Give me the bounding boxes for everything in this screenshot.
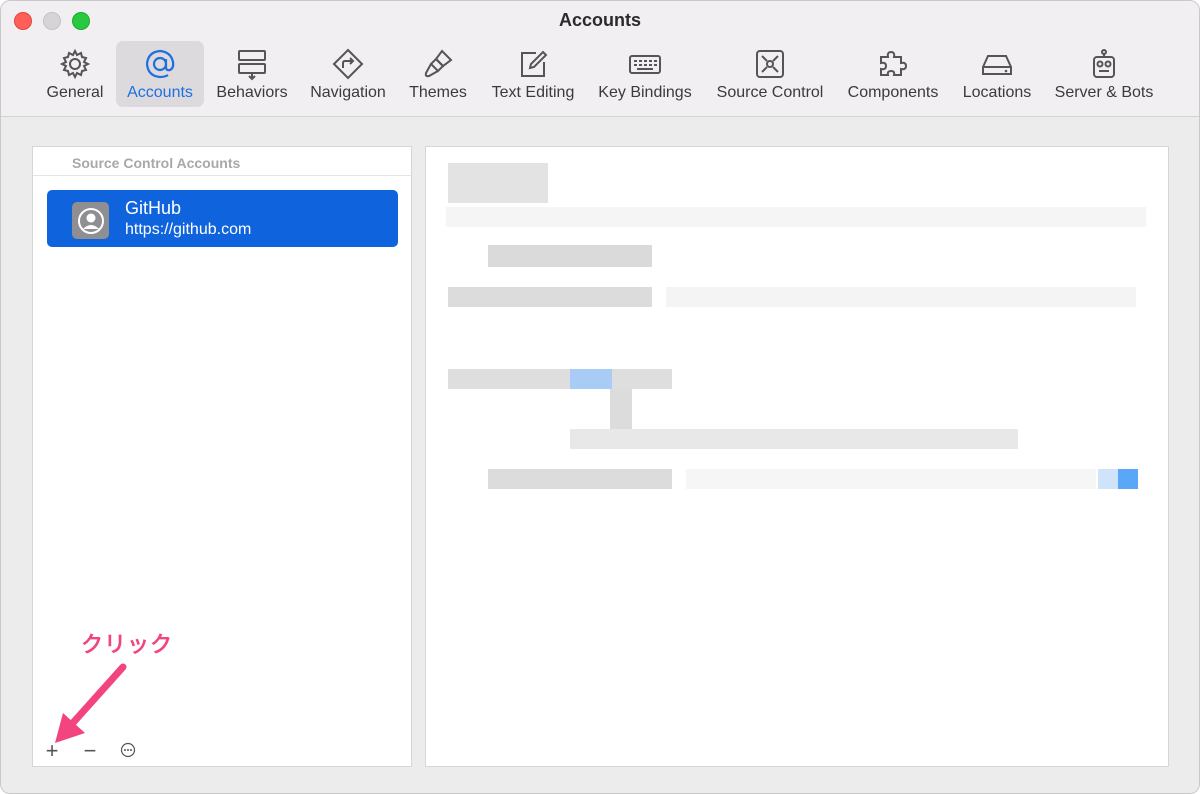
tab-label: Components	[847, 84, 939, 101]
obscured-content	[448, 163, 548, 203]
account-name: GitHub	[125, 198, 182, 218]
tab-label: Behaviors	[216, 84, 288, 101]
tab-key-bindings[interactable]: Key Bindings	[591, 41, 699, 107]
tab-label: Accounts	[127, 84, 193, 101]
avatar	[72, 202, 109, 239]
tab-label: Server & Bots	[1054, 84, 1154, 101]
tab-label: Key Bindings	[598, 84, 692, 101]
obscured-content	[666, 287, 1136, 307]
tab-accounts[interactable]: Accounts	[116, 41, 204, 107]
annotation-arrow	[55, 663, 127, 743]
annotation-label: クリック	[81, 632, 174, 657]
account-details-panel	[425, 146, 1169, 767]
behaviors-icon	[238, 50, 266, 81]
keyboard-icon	[629, 55, 661, 74]
tab-source-control[interactable]: Source Control	[709, 41, 831, 107]
tab-label: Source Control	[716, 84, 824, 101]
obscured-content	[1118, 469, 1138, 489]
preferences-window: Accounts General Accounts Behaviors Navi…	[0, 0, 1200, 794]
gear-icon	[59, 48, 91, 80]
obscured-content	[570, 429, 1018, 449]
obscured-content	[488, 245, 652, 267]
text-editing-icon	[521, 50, 548, 77]
tab-label: Themes	[409, 84, 467, 101]
obscured-content	[448, 369, 672, 389]
tab-text-editing[interactable]: Text Editing	[483, 41, 583, 107]
tab-label: Navigation	[310, 84, 386, 101]
tab-label: Locations	[962, 84, 1032, 101]
person-icon	[77, 207, 104, 234]
obscured-content	[570, 369, 612, 389]
tab-themes[interactable]: Themes	[403, 41, 473, 107]
divider	[33, 175, 411, 176]
obscured-content	[446, 207, 1146, 227]
disk-icon	[982, 55, 1012, 75]
account-url: https://github.com	[125, 221, 252, 238]
obscured-content	[488, 469, 672, 489]
tab-general[interactable]: General	[41, 41, 109, 107]
obscured-content	[448, 287, 652, 307]
tab-navigation[interactable]: Navigation	[303, 41, 393, 107]
paintbrush-icon	[424, 49, 453, 78]
toolbar: Accounts General Accounts Behaviors Navi…	[1, 1, 1199, 117]
window-title: Accounts	[558, 10, 641, 30]
obscured-content	[1098, 469, 1118, 489]
accounts-list-header: Source Control Accounts	[72, 155, 241, 171]
account-row-github[interactable]: GitHub https://github.com	[47, 190, 398, 247]
navigation-icon	[332, 48, 364, 80]
robot-icon	[1093, 49, 1115, 78]
source-control-icon	[756, 50, 784, 78]
tab-label: General	[46, 84, 104, 101]
tab-locations[interactable]: Locations	[955, 41, 1039, 107]
obscured-content	[610, 389, 632, 429]
at-sign-icon	[145, 49, 175, 79]
tab-label: Text Editing	[491, 84, 575, 101]
tab-components[interactable]: Components	[841, 41, 945, 107]
tab-behaviors[interactable]: Behaviors	[211, 41, 293, 107]
puzzle-icon	[880, 50, 908, 76]
obscured-content	[686, 469, 1096, 489]
tab-server-bots[interactable]: Server & Bots	[1047, 41, 1161, 107]
